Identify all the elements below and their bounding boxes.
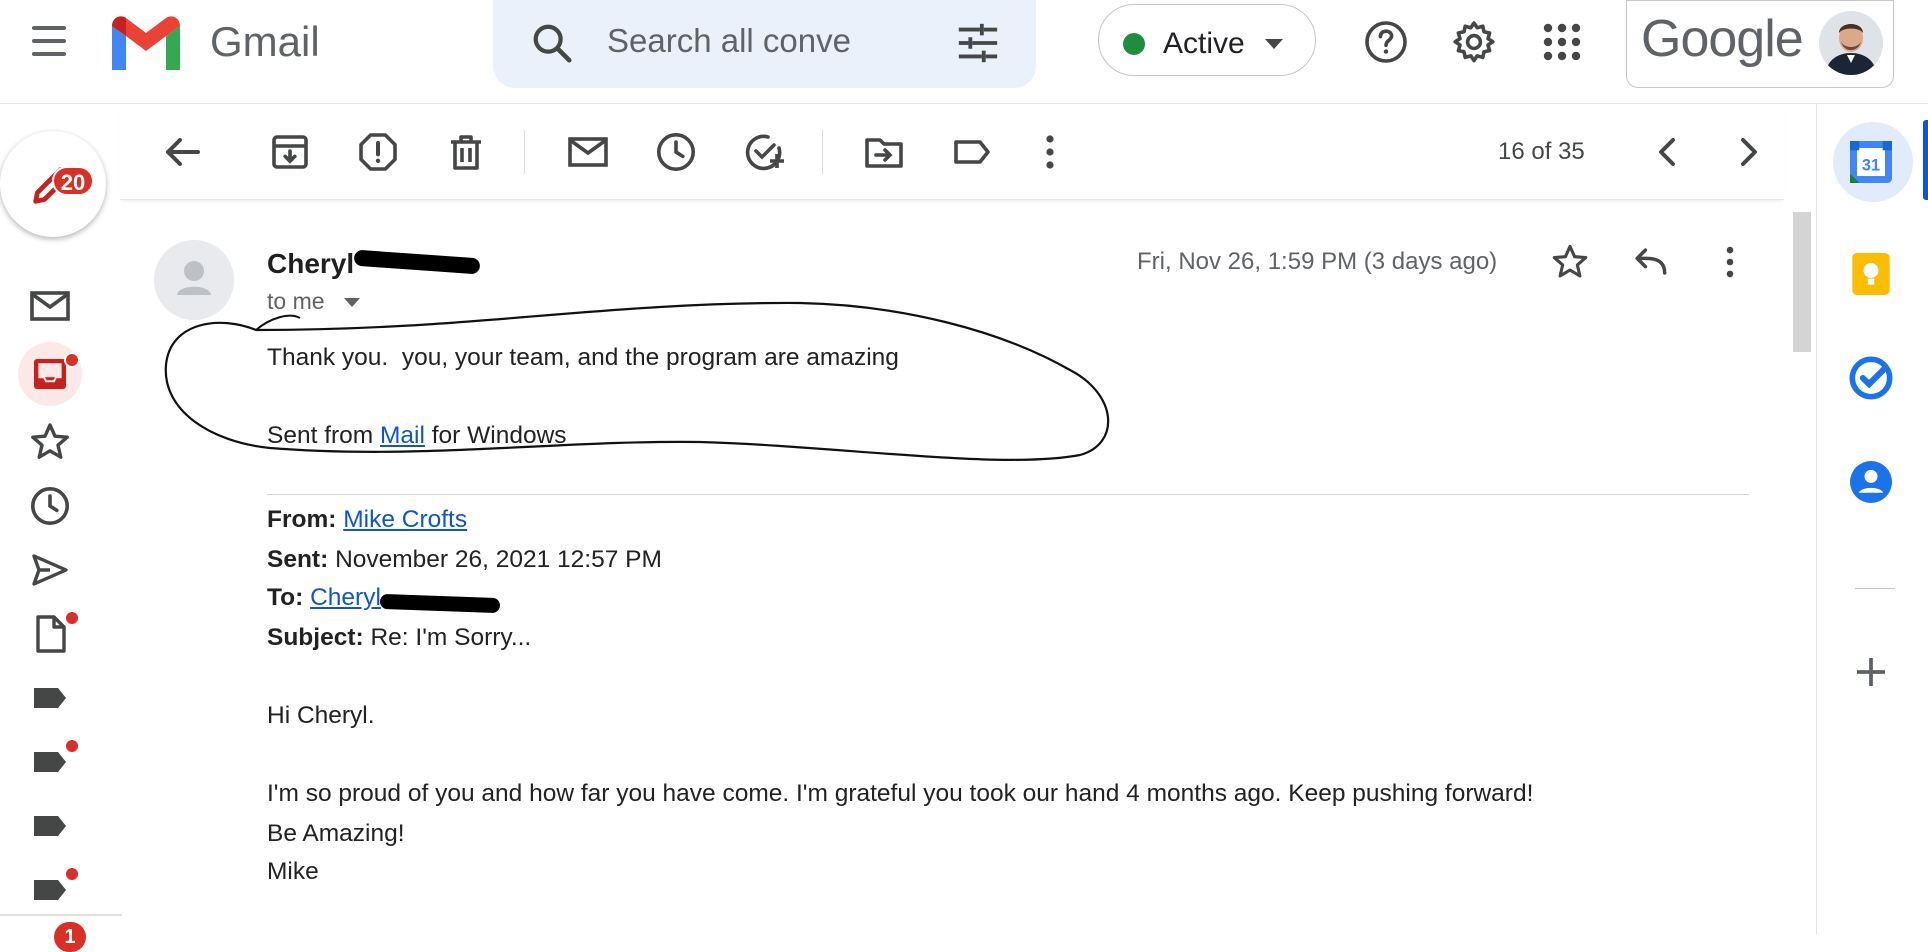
sent-label: Sent: <box>267 546 329 573</box>
scrollbar-thumb[interactable] <box>1793 212 1811 352</box>
clock-icon[interactable] <box>26 482 74 530</box>
report-spam-icon[interactable] <box>354 128 402 176</box>
mark-unread-icon[interactable] <box>564 128 612 176</box>
contacts-icon[interactable] <box>1843 454 1899 510</box>
label-icon[interactable] <box>26 802 74 850</box>
quoted-from-line: From: Mike Crofts <box>267 506 467 534</box>
notification-dot <box>64 738 80 754</box>
search-input[interactable]: Search all conve <box>607 22 851 60</box>
back-arrow-icon[interactable] <box>158 128 206 176</box>
status-label: Active <box>1163 27 1245 60</box>
gmail-logo[interactable] <box>108 14 184 70</box>
google-wordmark: Google <box>1641 10 1804 68</box>
search-bar[interactable]: Search all conve <box>493 0 1036 88</box>
search-icon[interactable] <box>529 20 575 66</box>
redaction-mark <box>353 249 481 275</box>
quoted-sent-line: Sent: November 26, 2021 12:57 PM <box>267 546 662 574</box>
subject-label: Subject: <box>267 624 364 651</box>
side-panel: 31 <box>1816 104 1928 934</box>
side-panel-divider <box>1855 588 1895 589</box>
archive-icon[interactable] <box>266 128 314 176</box>
reply-icon[interactable] <box>1628 240 1672 284</box>
signature: Mike <box>267 858 319 885</box>
message-body-line: Thank you. you, your team, and the progr… <box>267 344 899 371</box>
notification-dot <box>64 352 80 368</box>
message-date: Fri, Nov 26, 1:59 PM (3 days ago) <box>1137 248 1498 275</box>
toolbar-separator <box>524 130 525 174</box>
to-link[interactable]: Cheryl <box>310 584 381 611</box>
sent-from-suffix: for Windows <box>424 422 567 449</box>
plus-icon[interactable] <box>1843 644 1899 700</box>
recipient-details-chevron-icon[interactable] <box>344 298 360 307</box>
more-options-icon[interactable] <box>1026 128 1074 176</box>
greeting: Hi Cheryl. <box>267 702 375 729</box>
subject-value: Re: I'm Sorry... <box>370 624 532 651</box>
chevron-right-icon[interactable] <box>1724 128 1772 176</box>
keep-icon[interactable] <box>1843 246 1899 302</box>
notification-dot <box>64 610 80 626</box>
mail-app-link[interactable]: Mail <box>380 422 425 449</box>
help-icon[interactable] <box>1362 18 1410 66</box>
meet-count-badge: 1 <box>54 922 86 952</box>
chevron-left-icon[interactable] <box>1644 128 1692 176</box>
search-options-icon[interactable] <box>955 20 1001 66</box>
active-indicator <box>1923 120 1928 200</box>
status-dot <box>1123 33 1145 55</box>
move-to-folder-icon[interactable] <box>860 128 908 176</box>
add-to-tasks-icon[interactable] <box>740 128 788 176</box>
tasks-icon[interactable] <box>1843 350 1899 406</box>
calendar-day: 31 <box>1862 156 1880 174</box>
quoted-to-line: To: Cheryl <box>267 584 381 612</box>
star-icon[interactable] <box>1548 240 1592 284</box>
label-icon[interactable] <box>948 128 996 176</box>
sender-name: Cheryl <box>267 248 355 279</box>
quoted-subject-line: Subject: Re: I'm Sorry... <box>267 624 531 652</box>
from-label: From: <box>267 506 337 533</box>
to-label: To: <box>267 584 304 611</box>
from-link[interactable]: Mike Crofts <box>343 506 467 533</box>
toolbar-separator <box>822 130 823 174</box>
apps-grid-icon[interactable] <box>1538 18 1586 66</box>
calendar-icon[interactable]: 31 <box>1843 134 1899 190</box>
account-switcher[interactable]: Google <box>1626 0 1894 88</box>
mail-icon[interactable] <box>26 282 74 330</box>
sent-from-prefix: Sent from <box>267 422 381 449</box>
sent-value: November 26, 2021 12:57 PM <box>335 546 662 573</box>
more-options-icon[interactable] <box>1708 240 1752 284</box>
closing: Be Amazing! <box>267 820 405 847</box>
quote-divider <box>267 494 1749 495</box>
trash-icon[interactable] <box>442 128 490 176</box>
snooze-clock-icon[interactable] <box>652 128 700 176</box>
star-icon[interactable] <box>26 418 74 466</box>
gmail-brand-text: Gmail <box>210 18 320 65</box>
notification-dot <box>64 866 80 882</box>
top-header: Gmail Search all conve Active Google <box>0 0 1928 104</box>
unread-count-badge: 20 <box>52 166 94 196</box>
redaction-mark <box>379 593 501 614</box>
quoted-paragraph: I'm so proud of you and how far you have… <box>267 780 1534 807</box>
avatar[interactable] <box>1819 11 1883 75</box>
signature-line: Sent from Mail for Windows <box>267 422 567 450</box>
message-toolbar: 16 of 35 <box>120 104 1784 200</box>
chevron-down-icon <box>1265 39 1283 49</box>
send-icon[interactable] <box>26 546 74 594</box>
recipient-label: to me <box>267 288 325 314</box>
gear-icon[interactable] <box>1450 18 1498 66</box>
nav-divider <box>0 914 122 916</box>
main-menu-icon[interactable] <box>26 26 74 56</box>
status-dropdown[interactable]: Active <box>1098 4 1316 76</box>
pagination-label: 16 of 35 <box>1498 138 1585 165</box>
sender-avatar[interactable] <box>154 240 234 320</box>
label-icon[interactable] <box>26 674 74 722</box>
